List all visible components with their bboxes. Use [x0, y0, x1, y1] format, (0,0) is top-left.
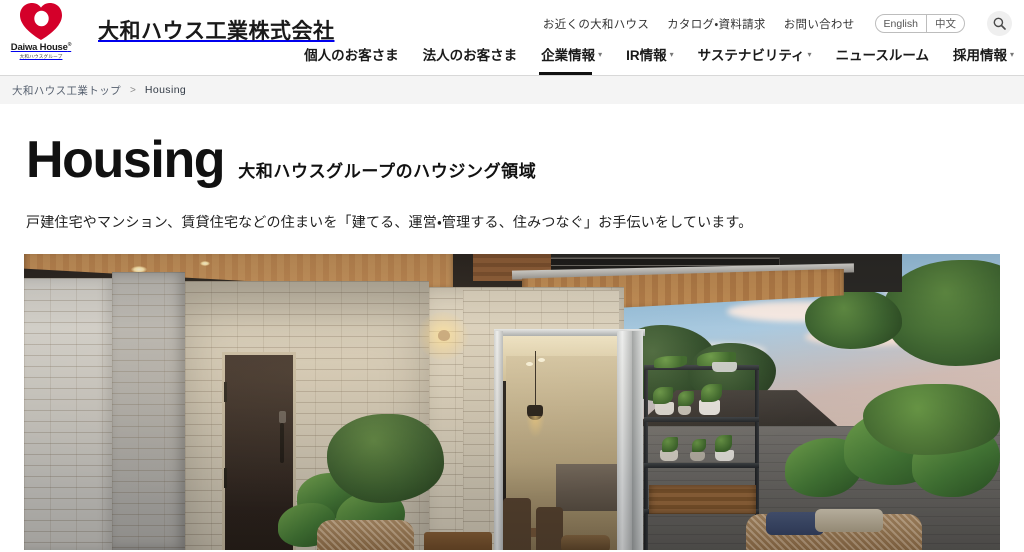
breadcrumb-item-current: Housing	[144, 84, 187, 96]
nav-label: 企業情報	[541, 48, 596, 63]
pendant-glow	[525, 416, 545, 438]
chevron-down-icon: ▾	[669, 50, 674, 59]
plant-pot	[689, 451, 705, 462]
page-subtitle: 大和ハウスグループのハウジング領域	[238, 162, 537, 181]
slider-frame	[617, 330, 633, 550]
nav-item-company-info[interactable]: 企業情報 ▾	[539, 44, 603, 75]
interior-opening	[498, 333, 624, 550]
plant-pot	[712, 362, 738, 372]
wall-lamp	[416, 312, 469, 360]
main-nav: 個人のお客さま 法人のお客さま 企業情報 ▾ IR情報 ▾ サステナビリティ ▾…	[304, 39, 1014, 75]
interior-chair	[503, 498, 531, 550]
page-title: Housing	[26, 131, 226, 189]
cushion	[814, 508, 883, 533]
nav-item-sustainability[interactable]: サステナビリティ ▾	[698, 44, 812, 75]
hero-image[interactable]	[24, 254, 1000, 550]
rattan-chair	[316, 520, 415, 550]
chevron-down-icon: ▾	[598, 50, 603, 59]
interior-spotlight	[525, 361, 533, 366]
page-title-block: Housing 大和ハウスグループのハウジング領域	[0, 104, 1024, 186]
plant-pot	[655, 402, 674, 415]
nav-label: 採用情報	[952, 48, 1007, 63]
side-table	[424, 532, 493, 550]
chevron-down-icon: ▾	[807, 50, 812, 59]
breadcrumb-separator: >	[130, 84, 136, 96]
nav-item-newsroom[interactable]: ニュースルーム	[836, 44, 929, 75]
heart-logo-icon	[20, 3, 62, 41]
shelf-board	[643, 416, 759, 422]
nav-item-corporate-customers[interactable]: 法人のお客さま	[423, 44, 518, 75]
garden-shrub	[863, 384, 1000, 456]
shelf-plant	[701, 383, 723, 402]
interior-chair	[535, 506, 564, 550]
site-logo-link[interactable]: Daiwa House® 大和ハウスグループ 大和ハウス工業株式会社	[10, 2, 335, 60]
search-button[interactable]	[987, 11, 1012, 36]
breadcrumb: 大和ハウス工業トップ > Housing	[0, 76, 1024, 104]
courtyard-tree	[326, 413, 444, 503]
plant-pot	[678, 405, 691, 415]
nav-label: 個人のお客さま	[304, 48, 399, 63]
outdoor-shelf-unit	[643, 365, 759, 550]
site-header: Daiwa House® 大和ハウスグループ 大和ハウス工業株式会社 お近くの大…	[0, 0, 1024, 76]
utility-link-contact[interactable]: お問い合わせ	[784, 16, 855, 32]
shelf-board	[643, 463, 759, 469]
nav-label: サステナビリティ	[697, 48, 805, 63]
nav-label: ニュースルーム	[835, 48, 929, 63]
interior-spotlight	[538, 357, 546, 362]
hero-illustration	[24, 254, 1000, 550]
cushion	[560, 535, 610, 550]
door-hinge	[224, 467, 228, 488]
nav-item-ir[interactable]: IR情報 ▾	[626, 44, 674, 75]
shelf-plant	[692, 439, 706, 452]
background-tree	[804, 289, 903, 349]
language-option-english[interactable]: English	[876, 15, 926, 32]
nav-item-recruit[interactable]: 採用情報 ▾	[953, 44, 1014, 75]
hero-carousel	[0, 254, 1024, 552]
wood-crate	[648, 484, 756, 515]
language-switcher: English 中文	[874, 14, 965, 33]
utility-link-catalog[interactable]: カタログ・資料請求	[667, 16, 766, 32]
door-lock	[279, 411, 287, 424]
nav-label: 法人のお客さま	[422, 48, 518, 63]
shelf-top-plant	[653, 356, 687, 368]
shelf-plant	[652, 387, 673, 404]
search-icon	[993, 17, 1006, 30]
language-option-chinese[interactable]: 中文	[926, 15, 964, 32]
shelf-post	[643, 365, 648, 550]
chevron-down-icon: ▾	[1009, 50, 1014, 59]
door-hinge	[224, 382, 228, 403]
company-name: 大和ハウス工業株式会社	[98, 20, 335, 43]
breadcrumb-item-top[interactable]: 大和ハウス工業トップ	[12, 83, 121, 98]
exterior-wall	[111, 271, 186, 550]
page-root: Daiwa House® 大和ハウスグループ 大和ハウス工業株式会社 お近くの大…	[0, 0, 1024, 552]
nav-item-personal[interactable]: 個人のお客さま	[304, 44, 399, 75]
utility-nav: お近くの大和ハウス カタログ・資料請求 お問い合わせ English 中文	[543, 11, 1012, 36]
nav-label: IR情報	[626, 48, 667, 63]
slider-frame	[494, 330, 504, 550]
exterior-wall	[24, 277, 112, 550]
shelf-plant	[678, 390, 695, 406]
daiwa-house-logo: Daiwa House® 大和ハウスグループ	[10, 2, 72, 60]
logo-group-label: 大和ハウスグループ	[19, 54, 63, 60]
door-handle	[280, 423, 285, 464]
pendant-cord	[534, 351, 536, 408]
page-lead-text: 戸建住宅やマンション、賃貸住宅などの住まいを「建てる、運営・管理する、住みつなぐ…	[26, 214, 753, 230]
interior-counter	[555, 463, 624, 512]
utility-link-nearby[interactable]: お近くの大和ハウス	[543, 16, 649, 32]
logo-wordmark: Daiwa House®	[10, 42, 72, 54]
slider-frame	[632, 330, 643, 550]
plant-pot	[699, 400, 720, 415]
lamp-body	[437, 330, 450, 341]
